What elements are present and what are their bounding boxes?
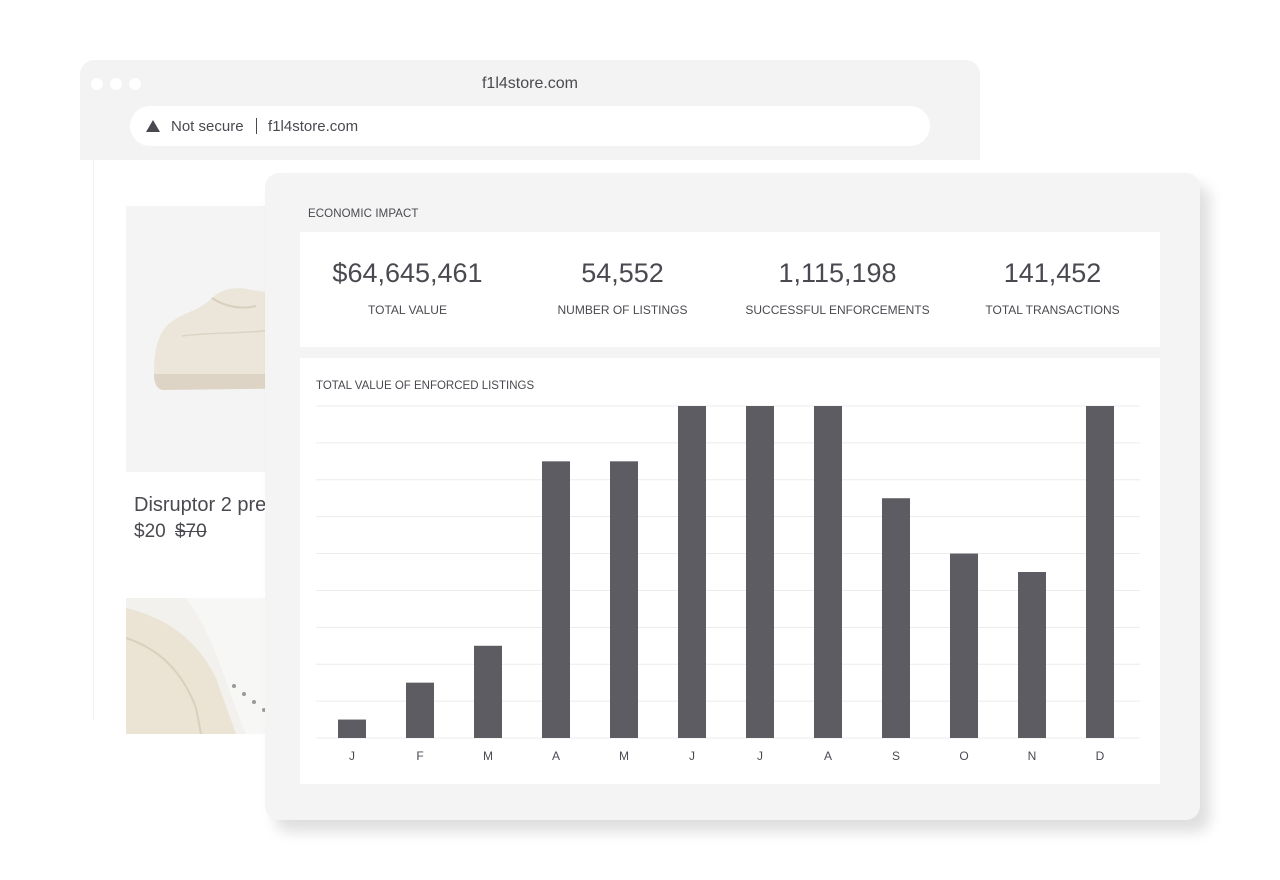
stat-label: TOTAL TRANSACTIONS (985, 303, 1120, 317)
sale-price: $20 (134, 521, 166, 542)
stat-value: 54,552 (581, 258, 664, 288)
address-separator (255, 118, 258, 134)
x-tick-label: N (1028, 749, 1037, 763)
chart-bar[interactable] (474, 645, 502, 738)
stat-value: $64,645,461 (332, 258, 483, 288)
chart-bar[interactable] (950, 553, 978, 738)
x-tick-label: M (619, 749, 629, 763)
stat-total-transactions: 141,452 TOTAL TRANSACTIONS (945, 232, 1160, 347)
x-tick-label: J (757, 749, 763, 763)
x-tick-label: A (824, 749, 832, 763)
page-edge (93, 160, 94, 720)
section-title: ECONOMIC IMPACT (308, 208, 419, 220)
chart-bar[interactable] (542, 461, 570, 738)
original-price: $70 (174, 521, 207, 542)
address-bar[interactable]: Not secure f1l4store.com (130, 106, 930, 146)
chart-bar[interactable] (746, 406, 774, 738)
chart-bar[interactable] (610, 461, 638, 738)
bar-chart: JFMAMJJASOND (316, 405, 1140, 763)
stat-label: SUCCESSFUL ENFORCEMENTS (745, 303, 930, 317)
warning-icon (146, 120, 160, 132)
chart-bar[interactable] (1086, 406, 1114, 738)
stat-value: 141,452 (1003, 258, 1102, 288)
product-name[interactable]: Disruptor 2 pre (134, 494, 266, 517)
x-tick-label: M (483, 749, 493, 763)
economic-impact-panel: ECONOMIC IMPACT $64,645,461 TOTAL VALUE … (265, 173, 1200, 820)
x-tick-label: D (1096, 749, 1105, 763)
x-tick-label: F (416, 749, 423, 763)
x-tick-label: O (959, 749, 968, 763)
chart-bar[interactable] (882, 498, 910, 738)
stat-number-of-listings: 54,552 NUMBER OF LISTINGS (515, 232, 730, 347)
stat-value: 1,115,198 (778, 258, 897, 288)
window-title: f1l4store.com (481, 75, 579, 92)
chart-bar[interactable] (406, 682, 434, 738)
x-tick-label: J (689, 749, 695, 763)
chart-bar[interactable] (338, 719, 366, 738)
url-text[interactable]: f1l4store.com (268, 118, 358, 135)
stats-card: $64,645,461 TOTAL VALUE 54,552 NUMBER OF… (300, 232, 1160, 347)
stat-label: NUMBER OF LISTINGS (557, 303, 688, 317)
product-price: $20 $70 (134, 521, 207, 543)
chart-bar[interactable] (1018, 572, 1046, 738)
chart-card: TOTAL VALUE OF ENFORCED LISTINGS JFMAMJJ… (300, 358, 1160, 784)
security-label[interactable]: Not secure (171, 118, 244, 135)
stat-successful-enforcements: 1,115,198 SUCCESSFUL ENFORCEMENTS (730, 232, 945, 347)
chart-bar[interactable] (814, 406, 842, 738)
x-tick-label: J (349, 749, 355, 763)
browser-toolbar: f1l4store.com Not secure f1l4store.com (80, 60, 980, 160)
x-tick-label: S (892, 749, 900, 763)
x-tick-label: A (552, 749, 560, 763)
chart-bar[interactable] (678, 406, 706, 738)
stat-label: TOTAL VALUE (368, 303, 447, 317)
stat-total-value: $64,645,461 TOTAL VALUE (300, 232, 515, 347)
